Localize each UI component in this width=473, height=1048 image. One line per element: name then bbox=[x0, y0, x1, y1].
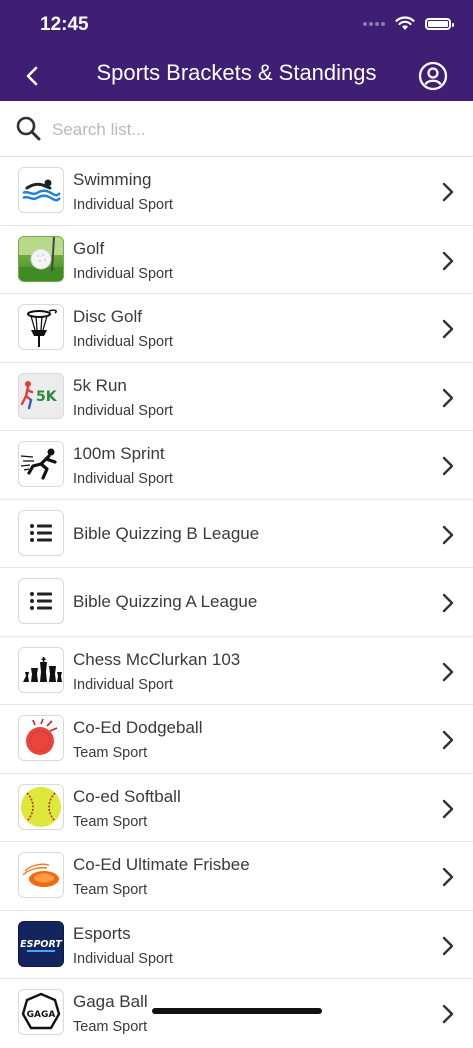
status-time: 12:45 bbox=[40, 14, 89, 35]
search-icon bbox=[16, 116, 41, 141]
battery-icon bbox=[425, 17, 454, 30]
item-name: Co-Ed Ultimate Frisbee bbox=[73, 855, 250, 874]
list-item[interactable]: Golf Individual Sport bbox=[0, 226, 473, 294]
sports-list: Swimming Individual Sport Golf Individua… bbox=[0, 157, 473, 1048]
list-item[interactable]: ESPORT Esports Individual Sport bbox=[0, 911, 473, 979]
list-item[interactable]: Disc Golf Individual Sport bbox=[0, 294, 473, 363]
swimmer-icon bbox=[18, 167, 64, 213]
chevron-right-icon bbox=[442, 319, 454, 339]
item-type: Individual Sport bbox=[73, 197, 173, 213]
item-type: Team Sport bbox=[73, 882, 148, 898]
chevron-right-icon bbox=[442, 662, 454, 681]
list-item[interactable]: Swimming Individual Sport bbox=[0, 157, 473, 226]
item-name: Esports bbox=[73, 923, 131, 943]
item-name: Disc Golf bbox=[73, 307, 142, 326]
item-name: Co-Ed Dodgeball bbox=[73, 718, 203, 737]
chevron-right-icon bbox=[442, 251, 454, 270]
home-indicator[interactable] bbox=[152, 1008, 322, 1014]
item-name: 5k Run bbox=[73, 375, 127, 395]
list-item[interactable]: Bible Quizzing A League bbox=[0, 568, 473, 637]
gaga-logo-text: GAGA bbox=[27, 1010, 56, 1020]
item-type: Team Sport bbox=[73, 1019, 148, 1035]
item-type: Individual Sport bbox=[73, 402, 173, 419]
search-bar bbox=[0, 101, 473, 157]
gaga-ball-icon: GAGA bbox=[18, 989, 64, 1035]
chevron-right-icon bbox=[442, 593, 454, 613]
chevron-right-icon bbox=[442, 867, 454, 887]
golf-ball-icon bbox=[18, 235, 64, 282]
list-item[interactable]: Co-Ed Ultimate Frisbee Team Sport bbox=[0, 842, 473, 911]
item-type: Individual Sport bbox=[73, 950, 173, 967]
item-name: Co-ed Softball bbox=[73, 786, 181, 806]
frisbee-icon bbox=[18, 852, 64, 898]
item-type: Team Sport bbox=[73, 813, 148, 830]
list-item[interactable]: 5K 5k Run Individual Sport bbox=[0, 363, 473, 431]
item-name: Bible Quizzing A League bbox=[73, 592, 258, 611]
item-name: Bible Quizzing B League bbox=[73, 523, 260, 543]
item-type: Individual Sport bbox=[73, 334, 173, 350]
5k-logo-text: 5K bbox=[36, 389, 58, 405]
wifi-icon bbox=[395, 16, 415, 30]
chevron-right-icon bbox=[442, 525, 454, 544]
item-name: Swimming bbox=[73, 170, 152, 189]
softball-icon bbox=[18, 783, 64, 830]
esports-icon: ESPORT bbox=[18, 920, 64, 967]
chevron-right-icon bbox=[442, 936, 454, 955]
chevron-right-icon bbox=[442, 799, 454, 818]
chevron-right-icon bbox=[442, 456, 454, 476]
item-name: Golf bbox=[73, 238, 105, 258]
5k-run-icon: 5K bbox=[18, 372, 64, 419]
item-type: Individual Sport bbox=[73, 265, 173, 282]
item-name: 100m Sprint bbox=[73, 444, 165, 463]
item-type: Individual Sport bbox=[73, 676, 173, 693]
item-type: Individual Sport bbox=[73, 471, 173, 487]
list-icon bbox=[18, 509, 64, 556]
profile-icon[interactable] bbox=[418, 61, 448, 91]
sprinter-icon bbox=[18, 441, 64, 487]
item-name: Gaga Ball bbox=[73, 992, 148, 1011]
chevron-right-icon bbox=[442, 730, 454, 750]
chess-pieces-icon bbox=[18, 646, 64, 693]
status-icons bbox=[363, 16, 454, 31]
list-icon bbox=[18, 578, 64, 624]
disc-golf-basket-icon bbox=[18, 304, 64, 350]
list-item[interactable]: Co-ed Softball Team Sport bbox=[0, 774, 473, 842]
chevron-right-icon bbox=[442, 182, 454, 202]
list-item[interactable]: 100m Sprint Individual Sport bbox=[0, 431, 473, 500]
chevron-right-icon bbox=[442, 388, 454, 407]
cellular-signal-icon bbox=[363, 21, 385, 26]
list-item[interactable]: Co-Ed Dodgeball Team Sport bbox=[0, 705, 473, 774]
dodgeball-icon bbox=[18, 715, 64, 761]
item-name: Chess McClurkan 103 bbox=[73, 649, 241, 669]
item-type: Team Sport bbox=[73, 745, 148, 761]
navigation-bar: 12:45 Sports Brackets & Standings bbox=[0, 0, 473, 101]
page-title: Sports Brackets & Standings bbox=[96, 60, 377, 85]
list-item[interactable]: Bible Quizzing B League bbox=[0, 500, 473, 568]
chevron-right-icon bbox=[442, 1004, 454, 1024]
esports-logo-text: ESPORT bbox=[20, 939, 63, 950]
list-item[interactable]: Chess McClurkan 103 Individual Sport bbox=[0, 637, 473, 705]
search-input[interactable] bbox=[50, 115, 454, 145]
